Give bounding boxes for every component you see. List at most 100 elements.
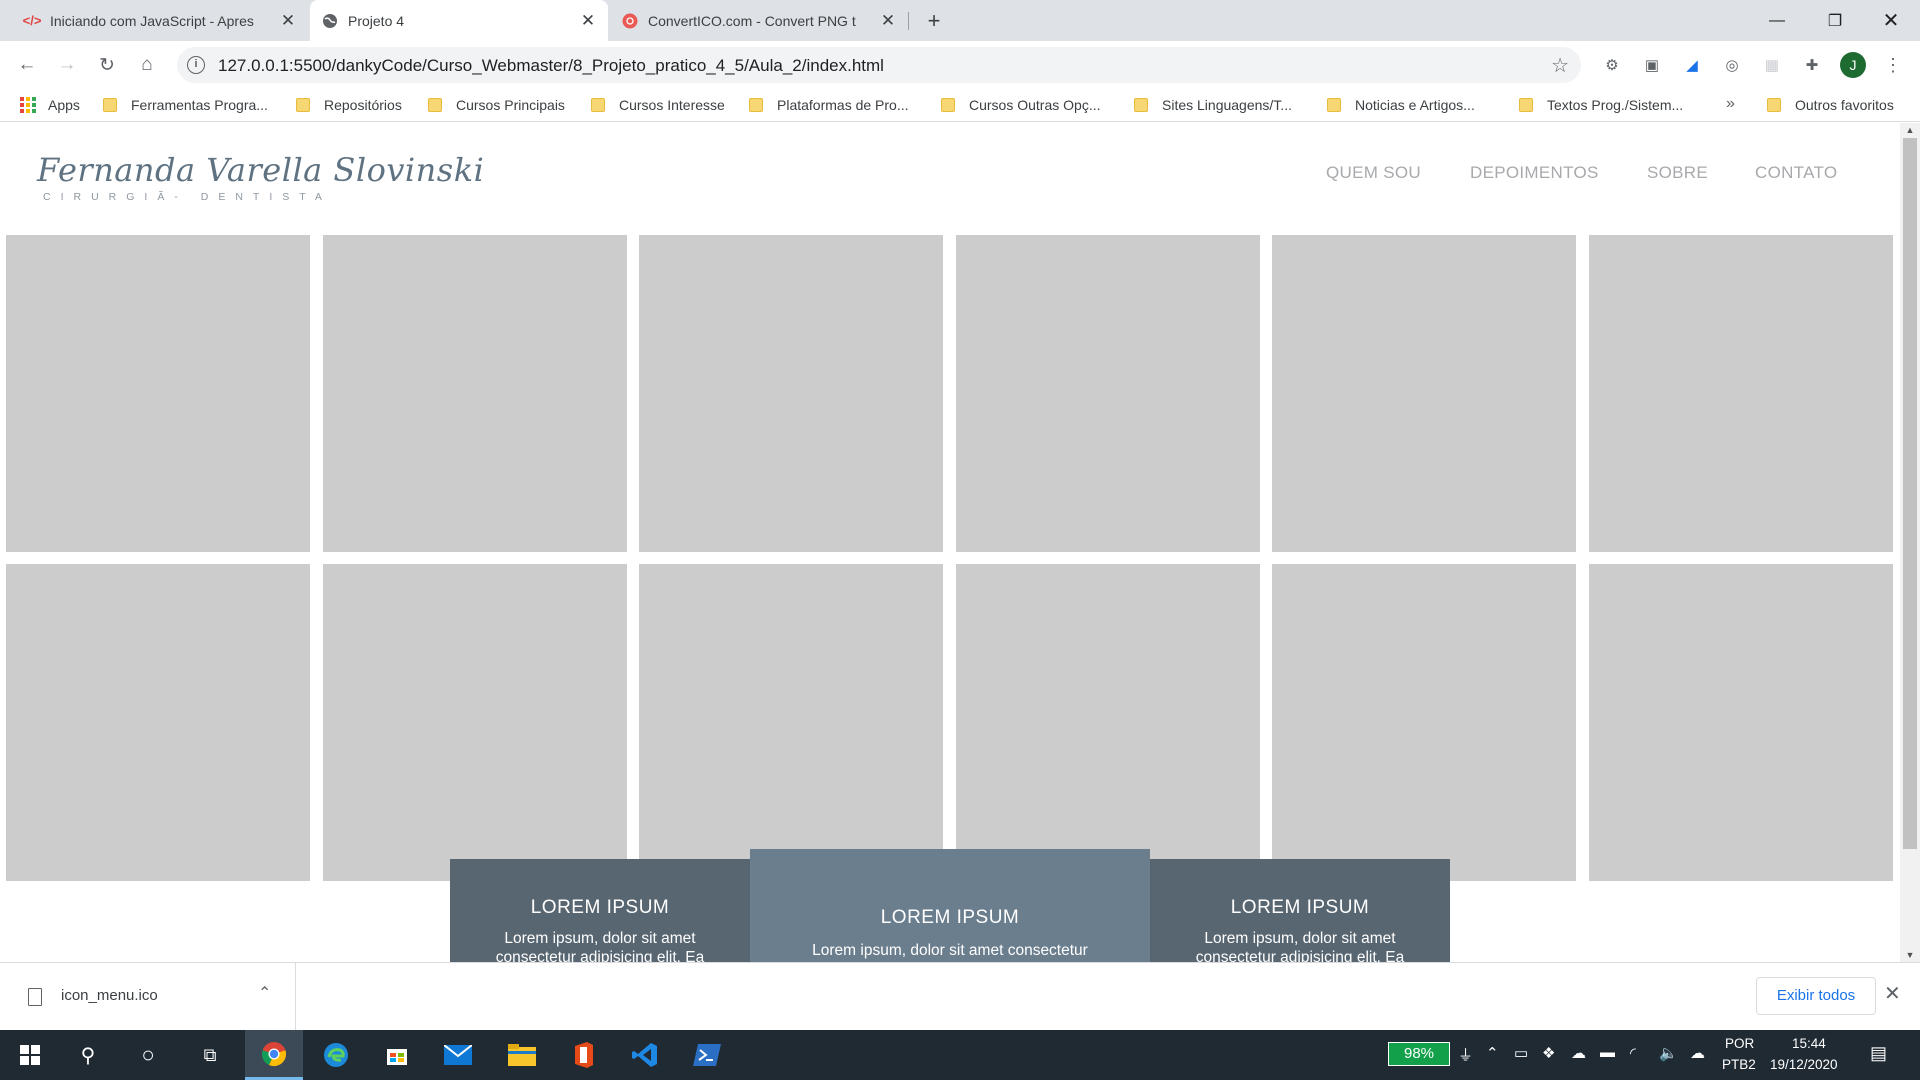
- nav-sobre[interactable]: SOBRE: [1647, 163, 1708, 183]
- extension-gear-icon[interactable]: ⚙: [1601, 54, 1623, 76]
- site-logo[interactable]: Fernanda Varella Slovinski CIRURGIÃ- DEN…: [37, 151, 484, 203]
- scroll-up-arrow[interactable]: ▲: [1900, 123, 1920, 137]
- bookmark-folder[interactable]: Ferramentas Progra...: [103, 95, 268, 115]
- extensions-puzzle-icon[interactable]: ✚: [1801, 54, 1823, 76]
- page-scrollbar[interactable]: ▲ ▼: [1900, 123, 1920, 962]
- screen-capture-icon[interactable]: ▣: [1641, 54, 1663, 76]
- file-explorer-icon[interactable]: [497, 1030, 547, 1080]
- globe-icon: [322, 13, 338, 29]
- scrollbar-thumb[interactable]: [1903, 138, 1917, 849]
- bookmark-star-icon[interactable]: ☆: [1551, 53, 1569, 78]
- tab-projeto-4[interactable]: Projeto 4 ✕: [310, 0, 608, 41]
- clock-date[interactable]: 19/12/2020: [1770, 1057, 1838, 1072]
- powershell-icon[interactable]: [682, 1030, 732, 1080]
- card-title: LOREM IPSUM: [530, 897, 670, 918]
- bookmark-label: Ferramentas Progra...: [131, 97, 268, 113]
- bookmark-folder[interactable]: Textos Prog./Sistem...: [1519, 95, 1683, 115]
- file-icon: [28, 988, 42, 1006]
- forward-button[interactable]: →: [53, 51, 81, 79]
- dropbox-icon[interactable]: ❖: [1542, 1044, 1555, 1062]
- tab-strip: </> Iniciando com JavaScript - Apres ✕ P…: [0, 0, 1920, 41]
- task-view-icon[interactable]: ⧉: [185, 1030, 235, 1080]
- close-tab-icon[interactable]: ✕: [280, 11, 296, 30]
- bookmark-folder[interactable]: Cursos Interesse: [591, 95, 725, 115]
- close-window-button[interactable]: ✕: [1862, 0, 1920, 41]
- close-tab-icon[interactable]: ✕: [580, 11, 596, 30]
- nav-quem-sou[interactable]: QUEM SOU: [1326, 163, 1421, 183]
- browser-toolbar: ← → ↻ ⌂ i 127.0.0.1:5500/dankyCode/Curso…: [0, 41, 1920, 88]
- cortana-icon[interactable]: ○: [123, 1030, 173, 1080]
- vscode-icon[interactable]: [620, 1030, 670, 1080]
- wifi-icon[interactable]: ◜: [1630, 1044, 1636, 1062]
- bookmark-folder[interactable]: Sites Linguagens/T...: [1134, 95, 1292, 115]
- gallery-tile: [322, 235, 627, 552]
- keyboard-layout[interactable]: PTB2: [1722, 1057, 1756, 1072]
- back-button[interactable]: ←: [13, 51, 41, 79]
- close-tab-icon[interactable]: ✕: [880, 11, 896, 30]
- gallery-grid: [6, 235, 1893, 881]
- bookmark-label: Repositórios: [324, 97, 402, 113]
- tab-converticon[interactable]: ConvertICO.com - Convert PNG t ✕: [610, 0, 908, 41]
- extension-grid-icon[interactable]: ▦: [1761, 54, 1783, 76]
- download-shelf: icon_menu.ico ⌃ Exibir todos ✕: [0, 962, 1920, 1030]
- folder-icon: [1327, 98, 1341, 112]
- site-info-icon[interactable]: i: [187, 56, 205, 74]
- folder-icon: [296, 98, 310, 112]
- bookmark-label: Cursos Principais: [456, 97, 565, 113]
- bookmark-folder[interactable]: Plataformas de Pro...: [749, 95, 909, 115]
- battery-indicator[interactable]: 98%: [1388, 1042, 1450, 1066]
- battery-icon[interactable]: ▬: [1600, 1044, 1615, 1061]
- notifications-icon[interactable]: ▤: [1870, 1043, 1887, 1064]
- bookmark-label: Noticias e Artigos...: [1355, 97, 1475, 113]
- search-icon[interactable]: ⚲: [63, 1030, 113, 1080]
- bookmark-label: Outros favoritos: [1795, 97, 1894, 113]
- chrome-icon[interactable]: [245, 1030, 303, 1080]
- bookmark-folder[interactable]: Repositórios: [296, 95, 402, 115]
- scroll-down-arrow[interactable]: ▼: [1900, 948, 1920, 962]
- close-shelf-icon[interactable]: ✕: [1884, 981, 1901, 1006]
- bookmark-folder[interactable]: Cursos Principais: [428, 95, 565, 115]
- reload-button[interactable]: ↻: [93, 51, 121, 79]
- minimize-button[interactable]: —: [1748, 0, 1806, 41]
- office-icon[interactable]: [558, 1030, 608, 1080]
- nav-depoimentos[interactable]: DEPOIMENTOS: [1470, 163, 1599, 183]
- cloud-upload-icon[interactable]: ☁: [1690, 1044, 1705, 1062]
- logo-name: Fernanda Varella Slovinski: [37, 151, 485, 189]
- folder-icon: [749, 98, 763, 112]
- bookmark-label: Cursos Outras Opç...: [969, 97, 1101, 113]
- bookmark-apps[interactable]: Apps: [20, 95, 80, 115]
- volume-icon[interactable]: 🔈: [1659, 1044, 1678, 1062]
- restore-button[interactable]: ❐: [1806, 0, 1864, 41]
- bookmark-other-favorites[interactable]: Outros favoritos: [1767, 95, 1894, 115]
- chevron-up-icon[interactable]: ⌃: [1486, 1044, 1499, 1062]
- browser-menu-icon[interactable]: ⋮: [1882, 54, 1904, 76]
- nav-contato[interactable]: CONTATO: [1755, 163, 1837, 183]
- onedrive-cloud-icon[interactable]: ☁: [1571, 1044, 1586, 1062]
- windows-start-icon[interactable]: [5, 1030, 55, 1080]
- new-tab-button[interactable]: +: [920, 8, 948, 34]
- mail-icon[interactable]: [433, 1030, 483, 1080]
- address-url[interactable]: 127.0.0.1:5500/dankyCode/Curso_Webmaster…: [218, 56, 884, 76]
- bookmark-folder[interactable]: Cursos Outras Opç...: [941, 95, 1100, 115]
- bookmark-folder[interactable]: Noticias e Artigos...: [1327, 95, 1475, 115]
- gallery-tile: [639, 564, 944, 881]
- clock-time[interactable]: 15:44: [1792, 1036, 1826, 1051]
- bookmark-label: Apps: [48, 97, 80, 113]
- chevron-up-icon[interactable]: ⌃: [258, 983, 271, 1003]
- language-code[interactable]: POR: [1725, 1036, 1754, 1051]
- edge-icon[interactable]: [311, 1030, 361, 1080]
- folder-icon: [1767, 98, 1781, 112]
- power-plug-icon[interactable]: ⏚: [1458, 1044, 1473, 1065]
- extension-circle-icon[interactable]: ◎: [1721, 54, 1743, 76]
- show-all-downloads-button[interactable]: Exibir todos: [1756, 977, 1876, 1015]
- meet-now-icon[interactable]: ▭: [1514, 1044, 1528, 1062]
- store-icon[interactable]: [372, 1030, 422, 1080]
- profile-avatar[interactable]: J: [1840, 52, 1866, 78]
- extension-blue-icon[interactable]: ◢: [1681, 54, 1703, 76]
- download-item[interactable]: icon_menu.ico ⌃: [0, 963, 296, 1030]
- home-button[interactable]: ⌂: [133, 51, 161, 79]
- tab-javascript[interactable]: </> Iniciando com JavaScript - Apres ✕: [12, 0, 308, 41]
- bookmark-label: Plataformas de Pro...: [777, 97, 909, 113]
- address-bar[interactable]: i 127.0.0.1:5500/dankyCode/Curso_Webmast…: [177, 47, 1581, 83]
- more-bookmarks-button[interactable]: »: [1726, 95, 1735, 113]
